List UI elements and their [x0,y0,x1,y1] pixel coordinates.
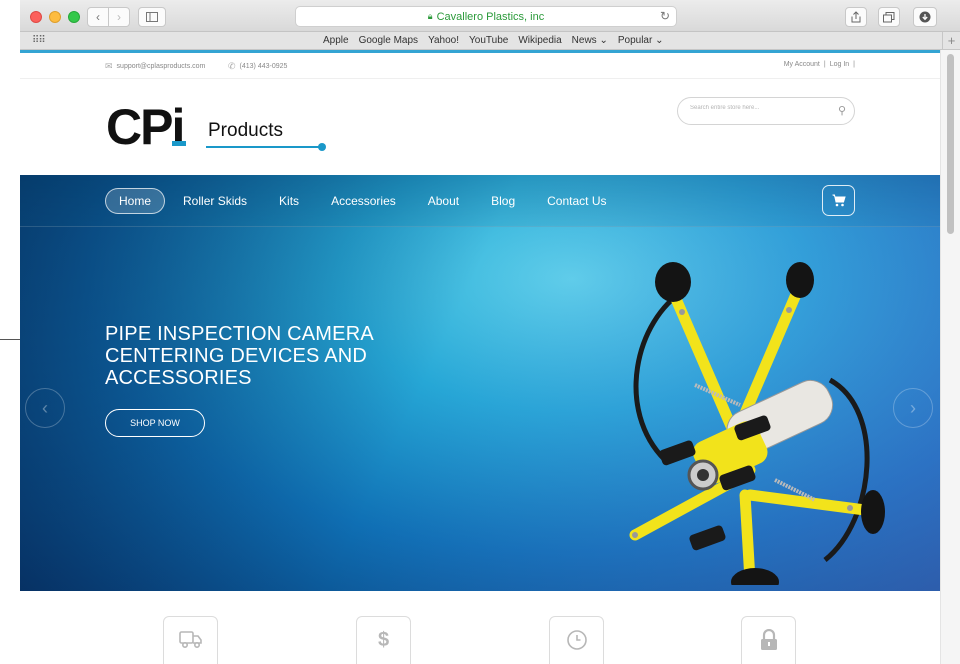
share-icon [851,11,861,23]
phone-icon: ✆ [228,61,236,71]
site-header: CPi Products ⚲ [20,80,940,175]
clock-icon [566,630,587,650]
feature-support-hours[interactable] [549,616,604,664]
hero-title-line: ACCESSORIES [105,367,252,389]
roller-skid-product-image [629,262,885,585]
bookmark-popular-folder[interactable]: Popular ⌄ [618,35,664,46]
desktop-divider [0,339,20,340]
nav-item-kits[interactable]: Kits [265,188,313,214]
hero-title-line: CENTERING DEVICES AND [105,345,368,367]
sidebar-toggle-button[interactable] [138,7,166,27]
feature-pricing[interactable]: $ [356,616,411,664]
dollar-icon: $ [377,629,390,651]
plus-icon: + [947,33,956,48]
logo-products-text: Products [208,120,283,141]
main-nav: Home Roller Skids Kits Accessories About… [105,188,625,214]
new-tab-button[interactable]: + [942,32,960,50]
forward-button[interactable]: › [108,7,130,27]
search-icon[interactable]: ⚲ [838,104,846,117]
shop-now-button[interactable]: SHOP NOW [105,409,205,437]
feature-secure-checkout[interactable] [741,616,796,664]
sidebar-icon [146,12,158,22]
hero-title: PIPE INSPECTION CAMERA CENTERING DEVICES… [105,323,425,389]
scrollbar-thumb[interactable] [947,54,954,234]
chevron-left-icon: ‹ [96,10,100,24]
chevron-left-icon: ‹ [42,397,48,418]
bookmark-youtube[interactable]: YouTube [469,35,508,46]
nav-item-accessories[interactable]: Accessories [317,188,410,214]
link-separator: | [823,61,826,68]
lock-icon [760,629,777,650]
close-window-button[interactable] [30,11,42,23]
logo-brand-letters: CPi [106,98,185,156]
slider-prev-button[interactable]: ‹ [25,388,65,428]
nav-item-roller-skids[interactable]: Roller Skids [169,188,261,214]
feature-shipping[interactable] [163,616,218,664]
logo-i-text: i [171,99,185,155]
maximize-window-button[interactable] [68,11,80,23]
page-scrollbar[interactable] [940,50,960,664]
main-navigation-bar: Home Roller Skids Kits Accessories About… [20,175,940,227]
reload-icon[interactable]: ↻ [660,9,670,23]
truck-icon [178,631,202,649]
nav-item-about[interactable]: About [414,188,473,214]
bookmark-google-maps[interactable]: Google Maps [359,35,418,46]
minimize-window-button[interactable] [49,11,61,23]
tabs-icon [883,11,895,22]
nav-item-blog[interactable]: Blog [477,188,529,214]
email-text: support@cplasproducts.com [116,63,206,70]
show-tabs-button[interactable] [878,7,900,27]
top-sites-grid-icon[interactable]: ⠿⠿ [32,35,46,46]
nav-item-contact-us[interactable]: Contact Us [533,188,620,214]
logo-underline [206,146,321,148]
link-separator-trailing: | [853,61,855,68]
bookmark-wikipedia[interactable]: Wikipedia [518,35,561,46]
phone-text: (413) 443-0925 [239,63,288,70]
secure-lock-icon: 🔒︎ [427,11,433,21]
logo-cp-text: CP [106,99,173,155]
search-input[interactable] [690,105,830,111]
phone-contact[interactable]: ✆ (413) 443-0925 [228,61,287,72]
logo-dot [318,143,326,151]
cart-button[interactable] [822,185,855,216]
search-box: ⚲ [677,97,855,125]
address-bar-text: Cavallero Plastics, inc [436,10,545,23]
web-page: ✉︎ support@cplasproducts.com ✆ (413) 443… [20,50,940,664]
feature-row: $ [20,591,940,664]
title-bar: ‹ › 🔒︎ Cavallero Plastics, inc ↻ [20,0,960,32]
browser-window: ‹ › 🔒︎ Cavallero Plastics, inc ↻ ⠿⠿ Appl… [20,0,960,664]
bookmark-apple[interactable]: Apple [323,35,349,46]
envelope-icon: ✉︎ [105,61,113,71]
log-in-link[interactable]: Log In [830,61,849,68]
bookmarks-bar: ⠿⠿ Apple Google Maps Yahoo! YouTube Wiki… [20,32,960,50]
address-bar[interactable]: 🔒︎ Cavallero Plastics, inc ↻ [295,6,677,27]
hero-slider: Home Roller Skids Kits Accessories About… [20,175,940,591]
bookmark-list: Apple Google Maps Yahoo! YouTube Wikiped… [323,35,663,46]
logo-accent-bar [172,141,186,146]
shopping-cart-icon [832,194,846,207]
downloads-button[interactable] [913,7,937,27]
contact-bar: ✉︎ support@cplasproducts.com ✆ (413) 443… [20,53,940,79]
email-contact[interactable]: ✉︎ support@cplasproducts.com [105,61,205,72]
download-icon [919,11,931,23]
bookmark-yahoo[interactable]: Yahoo! [428,35,459,46]
site-logo[interactable]: CPi Products [106,98,331,162]
hero-title-line: PIPE INSPECTION CAMERA [105,323,374,345]
back-button[interactable]: ‹ [87,7,109,27]
account-links: My Account | Log In | [784,61,855,68]
nav-item-home[interactable]: Home [105,188,166,214]
share-button[interactable] [845,7,867,27]
my-account-link[interactable]: My Account [784,61,820,68]
chevron-right-icon: › [117,10,121,24]
bookmark-news-folder[interactable]: News ⌄ [572,35,608,46]
chevron-right-icon: › [910,397,916,418]
